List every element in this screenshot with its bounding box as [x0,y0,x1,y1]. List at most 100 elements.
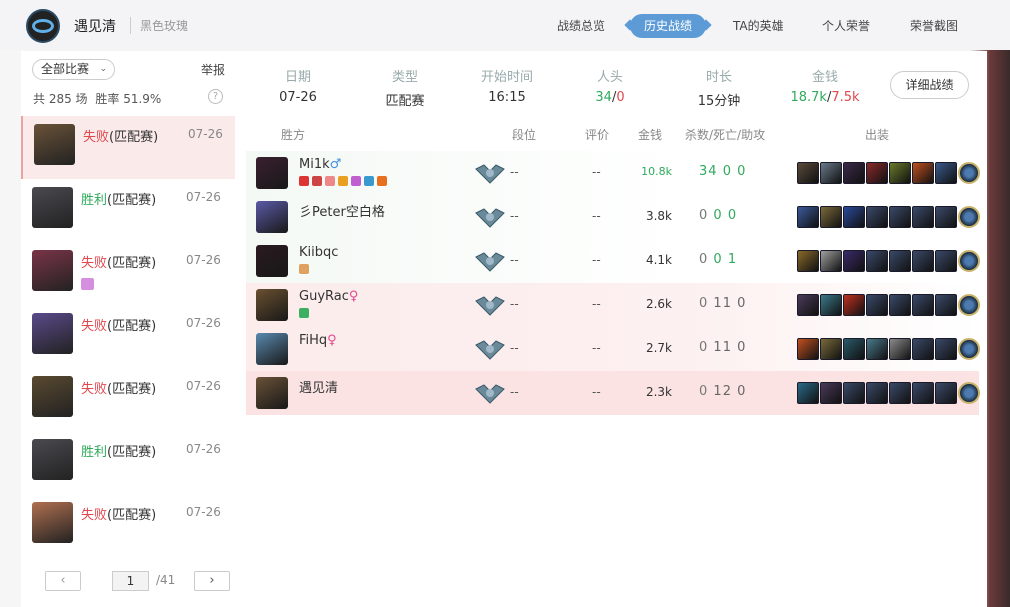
header-kda: 杀数/死亡/助攻 [685,128,766,142]
item-icon[interactable] [889,250,911,272]
item-icon[interactable] [843,382,865,404]
match-detail-panel: 日期 07-26 类型 匹配赛 开始时间 16:15 人头 34/0 时长 15… [235,51,987,607]
player-name[interactable]: Kiibqc [299,245,338,260]
player-name-text: Mi1k [299,157,330,172]
item-icon[interactable] [843,206,865,228]
score-value: -- [592,253,601,267]
detailed-stats-button[interactable]: 详细战绩 [890,71,969,99]
item-icon[interactable] [866,206,888,228]
stat-value: 15分钟 [697,94,741,109]
item-icon[interactable] [912,382,934,404]
item-icon[interactable] [889,338,911,360]
nav-item-2[interactable]: TA的英雄 [733,14,784,38]
item-icon[interactable] [935,250,957,272]
player-row[interactable]: GuyRac♀ -- -- 2.6k 0 11 0 [246,283,980,327]
match-list-item[interactable]: 失败(匹配赛) 07-26 [21,494,235,557]
rank-value: -- [510,165,519,179]
player-name[interactable]: FiHq♀ [299,333,337,348]
item-icon[interactable] [912,162,934,184]
nav-item-4[interactable]: 荣誉截图 [910,14,958,38]
match-list-item[interactable]: 失败(匹配赛) 07-26 [21,116,235,179]
nav-item-3[interactable]: 个人荣誉 [822,14,870,38]
item-icon[interactable] [935,382,957,404]
report-link[interactable]: 举报 [201,61,225,78]
item-icon[interactable] [912,294,934,316]
mode-label: (匹配赛) [109,130,159,145]
stat-label: 时长 [705,70,732,85]
nav-item-0[interactable]: 战绩总览 [557,14,605,38]
item-icon[interactable] [820,250,842,272]
match-result: 失败(匹配赛) [81,378,156,397]
item-icon[interactable] [797,294,819,316]
trinket-icon[interactable] [958,206,980,228]
item-icon[interactable] [889,206,911,228]
item-icon[interactable] [797,206,819,228]
player-row[interactable]: FiHq♀ -- -- 2.7k 0 11 0 [246,327,980,371]
score-value: -- [592,165,601,179]
item-icon[interactable] [843,250,865,272]
item-icon[interactable] [866,250,888,272]
item-icon[interactable] [797,338,819,360]
item-icon[interactable] [866,294,888,316]
item-icon[interactable] [912,250,934,272]
item-icon[interactable] [866,338,888,360]
match-list-item[interactable]: 胜利(匹配赛) 07-26 [21,431,235,494]
item-icon[interactable] [889,162,911,184]
player-row[interactable]: 遇见清 -- -- 2.3k 0 12 0 [246,371,980,415]
item-icon[interactable] [866,162,888,184]
match-list-item[interactable]: 胜利(匹配赛) 07-26 [21,179,235,242]
item-icon[interactable] [843,162,865,184]
item-icon[interactable] [935,162,957,184]
match-filter-select[interactable]: 全部比赛 ⌄ [32,59,115,80]
trinket-icon[interactable] [958,250,980,272]
match-date: 07-26 [186,379,221,393]
item-icon[interactable] [935,338,957,360]
item-icon[interactable] [912,338,934,360]
player-row[interactable]: 彡Peter空白格 -- -- 3.8k 0 0 0 [246,195,980,239]
item-icon[interactable] [820,206,842,228]
nav-item-1[interactable]: 历史战绩 [630,14,707,38]
prev-page-button[interactable]: ‹ [45,571,81,591]
help-icon[interactable]: ? [208,89,223,104]
player-name[interactable]: 遇见清 [299,377,338,396]
trinket-icon[interactable] [958,338,980,360]
player-row[interactable]: Mi1k♂ -- -- 10.8k 34 0 0 [246,151,980,195]
next-page-button[interactable]: › [194,571,230,591]
trinket-icon[interactable] [958,162,980,184]
female-icon: ♀ [348,289,359,304]
mode-label: (匹配赛) [107,508,157,523]
item-icon[interactable] [843,338,865,360]
trinket-icon[interactable] [958,382,980,404]
player-name[interactable]: 彡Peter空白格 [299,201,385,220]
match-list-item[interactable]: 失败(匹配赛) 07-26 [21,305,235,368]
trinket-icon[interactable] [958,294,980,316]
item-icon[interactable] [889,382,911,404]
item-icon[interactable] [797,162,819,184]
item-icon[interactable] [843,294,865,316]
match-list-item[interactable]: 失败(匹配赛) 07-26 [21,368,235,431]
item-icon[interactable] [935,294,957,316]
match-date: 07-26 [186,442,221,456]
item-icon[interactable] [797,382,819,404]
item-icon[interactable] [820,338,842,360]
match-list-item[interactable]: 失败(匹配赛) 07-26 [21,242,235,305]
item-icon[interactable] [797,250,819,272]
rank-emblem-icon [474,293,506,317]
item-icon[interactable] [935,206,957,228]
champion-avatar [32,187,73,228]
result-label: 失败 [81,508,108,523]
player-name[interactable]: Mi1k♂ [299,157,341,172]
player-row[interactable]: Kiibqc -- -- 4.1k 0 0 1 [246,239,980,283]
player-name[interactable]: GuyRac♀ [299,289,358,304]
current-page-input[interactable]: 1 [112,571,149,591]
item-icon[interactable] [820,382,842,404]
item-icon[interactable] [912,206,934,228]
total-matches: 共 285 场 [33,92,88,106]
item-icon[interactable] [889,294,911,316]
gold-value: 2.6k [645,297,672,311]
player-name-text: GuyRac [299,289,349,304]
item-icon[interactable] [820,294,842,316]
kills-lose: 0 [616,90,625,105]
item-icon[interactable] [820,162,842,184]
item-icon[interactable] [866,382,888,404]
